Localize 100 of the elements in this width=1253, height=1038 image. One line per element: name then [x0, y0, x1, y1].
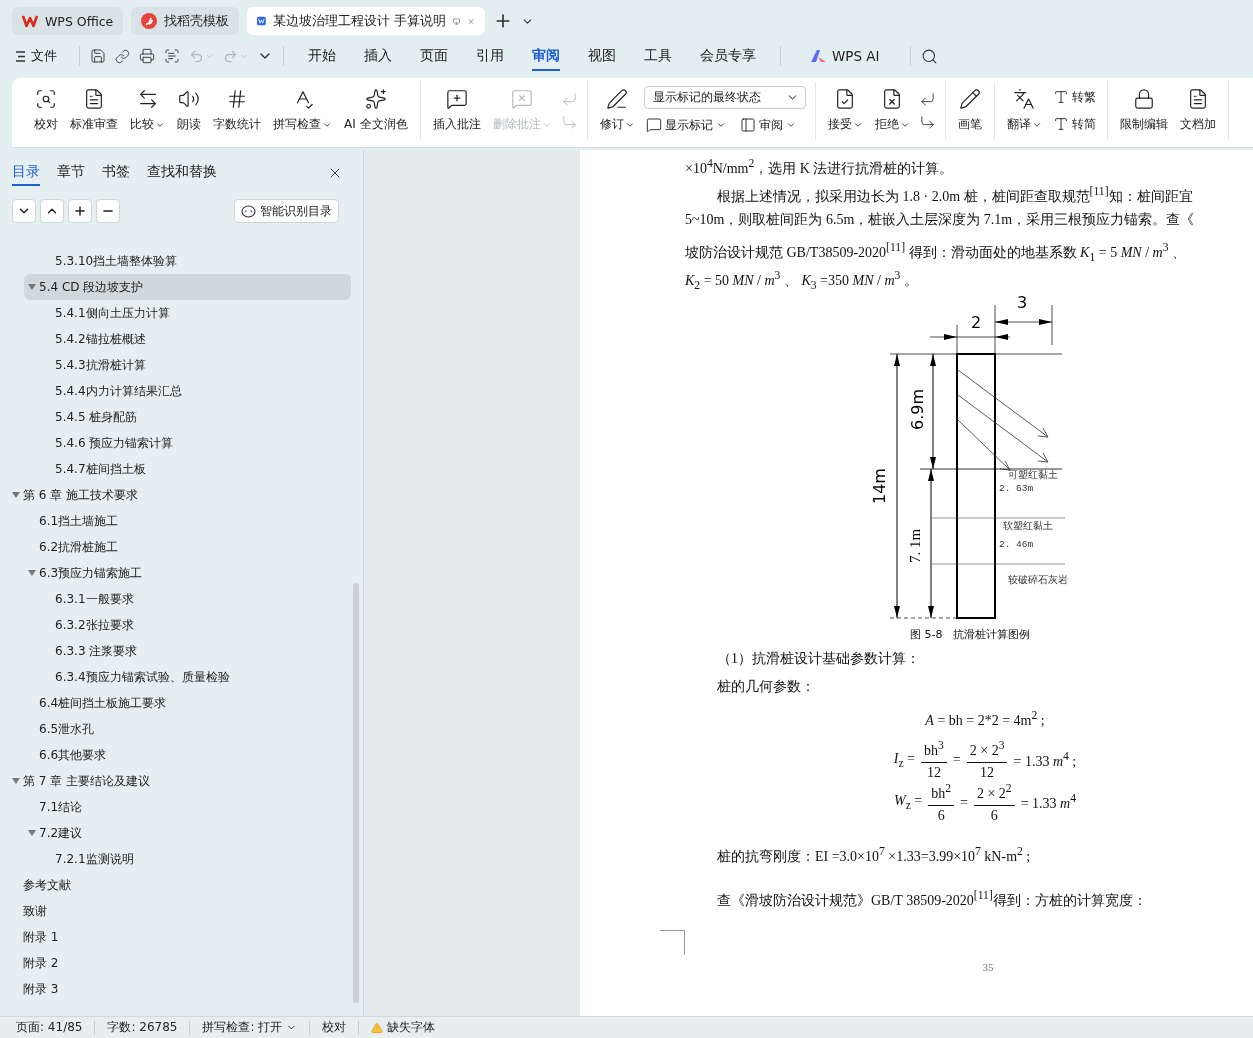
toc-item[interactable]: 5.4.3抗滑桩计算 [40, 352, 351, 378]
tab-label: 某边坡治理工程设计 手算说明 [273, 12, 446, 30]
sidebar-tab[interactable]: 查找和替换 [147, 159, 217, 186]
ribbon-button[interactable]: 接受 [824, 84, 866, 137]
toc-item[interactable]: 附录 3 [8, 976, 351, 1002]
hash-icon [226, 88, 248, 110]
ribbon-button[interactable]: 校对 [31, 84, 61, 137]
toc-item[interactable]: 5.4.5 桩身配筋 [40, 404, 351, 430]
toc-item[interactable]: 5.4.7桩间挡土板 [40, 456, 351, 482]
dimension-arrow [994, 319, 1053, 325]
scrollbar-thumb[interactable] [353, 583, 359, 1003]
ribbon-button[interactable]: 限制编辑 [1116, 84, 1171, 137]
ribbon-button[interactable]: 拒绝 [871, 84, 913, 137]
redo-icon [223, 48, 238, 64]
toc-item[interactable]: 5.4.4内力计算结果汇总 [40, 378, 351, 404]
link-button[interactable] [115, 48, 130, 64]
expanded-triangle-icon[interactable] [28, 829, 36, 837]
status-item[interactable]: 拼写检查: 打开 [202, 1019, 298, 1036]
ai-button[interactable]: WPS AI [805, 47, 886, 65]
search-button[interactable] [920, 47, 938, 65]
ribbon-button[interactable]: 转简 [1050, 113, 1098, 135]
toc-item[interactable]: 6.3.4预应力锚索试验、质量检验 [40, 664, 351, 690]
ribbon-tab[interactable]: 审阅 [532, 41, 560, 71]
toc-item[interactable]: 6.3.1一般要求 [40, 586, 351, 612]
ribbon-icon-button[interactable] [918, 113, 936, 131]
status-item[interactable]: 页面: 41/85 [16, 1019, 83, 1036]
body-text-line: ×10$^{4}$N/mm$^{2}$，选用 K 法进行抗滑桩的计算。 [685, 156, 955, 178]
print-button[interactable] [139, 48, 155, 64]
menu-icon [16, 50, 25, 62]
expanded-triangle-icon[interactable] [12, 777, 20, 785]
status-item[interactable]: 校对 [322, 1019, 347, 1036]
toc-item[interactable]: 7.2.1监测说明 [40, 846, 351, 872]
sidebar-tab[interactable]: 目录 [12, 159, 40, 186]
toc-item[interactable]: 6.3.2张拉要求 [40, 612, 351, 638]
expanded-triangle-icon[interactable] [28, 283, 36, 291]
markup-dropdown[interactable]: 显示标记的最终状态 [643, 85, 806, 109]
tab-label: WPS Office [45, 13, 114, 29]
toc-item[interactable]: 6.3预应力锚索施工 [24, 560, 351, 586]
toc-item[interactable]: 6.1挡土墙施工 [24, 508, 351, 534]
ribbon-button[interactable]: 审阅 [737, 114, 798, 136]
ribbon-button[interactable]: 朗读 [174, 84, 204, 137]
toc-item[interactable]: 参考文献 [8, 872, 351, 898]
ribbon-tab[interactable]: 引用 [476, 41, 504, 71]
sidebar-tab[interactable]: 书签 [102, 159, 130, 186]
ribbon-button[interactable]: 插入批注 [429, 84, 484, 137]
remove-button[interactable] [96, 199, 120, 223]
smart-toc-button[interactable]: 智能识别目录 [234, 199, 339, 223]
app-tab[interactable]: WPS Office [12, 7, 124, 35]
ribbon-button[interactable]: 标准审查 [67, 84, 121, 137]
ribbon-button[interactable]: 显示标记 [643, 114, 728, 136]
ribbon-tab[interactable]: 页面 [420, 41, 448, 71]
expanded-triangle-icon[interactable] [28, 569, 36, 577]
toc-item[interactable]: 附录 2 [8, 950, 351, 976]
collapse-button[interactable] [40, 199, 64, 223]
ribbon-tab[interactable]: 工具 [644, 41, 672, 71]
ribbon-button[interactable]: 字数统计 [210, 84, 264, 137]
body-text-line: 根据上述情况，拟采用边长为 1.8 · 2.0m 桩，桩间距查取规范$^{[11]}$知：桩间距宜 [716, 184, 1194, 206]
office-logo-icon [22, 14, 38, 28]
ribbon-icon-button[interactable] [918, 90, 936, 108]
toc-item[interactable]: 第 6 章 施工技术要求 [8, 482, 351, 508]
print-preview-button[interactable] [164, 48, 180, 64]
save-button[interactable] [90, 48, 106, 64]
fraction-numerator: bh$^{3}$ [921, 736, 947, 764]
toc-item[interactable]: 5.3.10挡土墙整体验算 [40, 248, 351, 274]
ribbon-button[interactable]: 文档加 [1176, 84, 1219, 137]
toc-item[interactable]: 5.4 CD 段边坡支护 [24, 274, 351, 300]
toc-item[interactable]: 6.4桩间挡土板施工要求 [24, 690, 351, 716]
ribbon-button[interactable]: 转繁 [1050, 86, 1098, 108]
toc-item[interactable]: 5.4.1侧向土压力计算 [40, 300, 351, 326]
ribbon-button[interactable]: AI 全文润色 [341, 84, 411, 137]
toc-item[interactable]: 6.2抗滑桩施工 [24, 534, 351, 560]
toc-item[interactable]: 致谢 [8, 898, 351, 924]
ribbon-tab[interactable]: 视图 [588, 41, 616, 71]
ribbon-button[interactable]: 比较 [127, 84, 168, 137]
ribbon-button[interactable]: 翻译 [1003, 84, 1045, 137]
toc-item[interactable]: 6.3.3 注浆要求 [40, 638, 351, 664]
ribbon-tab[interactable]: 开始 [308, 41, 336, 71]
add-button[interactable] [68, 199, 92, 223]
toc-item[interactable]: 6.6其他要求 [24, 742, 351, 768]
toc-item[interactable]: 5.4.2锚拉桩概述 [40, 326, 351, 352]
layer-thickness-label: 2. 46m [999, 539, 1034, 550]
status-item[interactable]: 缺失字体 [371, 1019, 436, 1036]
ribbon-button[interactable]: 修订 [596, 84, 638, 137]
ribbon-tab[interactable]: 会员专享 [700, 41, 756, 71]
sidebar-tab[interactable]: 章节 [57, 159, 85, 186]
ribbon-button[interactable]: 画笔 [954, 84, 985, 137]
toc-item[interactable]: 第 7 章 主要结论及建议 [8, 768, 351, 794]
toc-item[interactable]: 7.2建议 [24, 820, 351, 846]
app-tab[interactable]: 找稻壳模板 [131, 7, 240, 35]
toc-item[interactable]: 7.1结论 [24, 794, 351, 820]
dimension-label: 7. 1m [907, 528, 923, 563]
expanded-triangle-icon[interactable] [12, 491, 20, 499]
toc-item[interactable]: 附录 1 [8, 924, 351, 950]
ribbon-tab[interactable]: 插入 [364, 41, 392, 71]
status-item[interactable]: 字数: 26785 [107, 1019, 178, 1036]
ribbon-button[interactable]: 拼写检查 [270, 84, 335, 137]
expand-button[interactable] [12, 199, 36, 223]
file-menu-button[interactable]: 文件 [16, 47, 57, 65]
toc-item[interactable]: 6.5泄水孔 [24, 716, 351, 742]
toc-item[interactable]: 5.4.6 预应力锚索计算 [40, 430, 351, 456]
